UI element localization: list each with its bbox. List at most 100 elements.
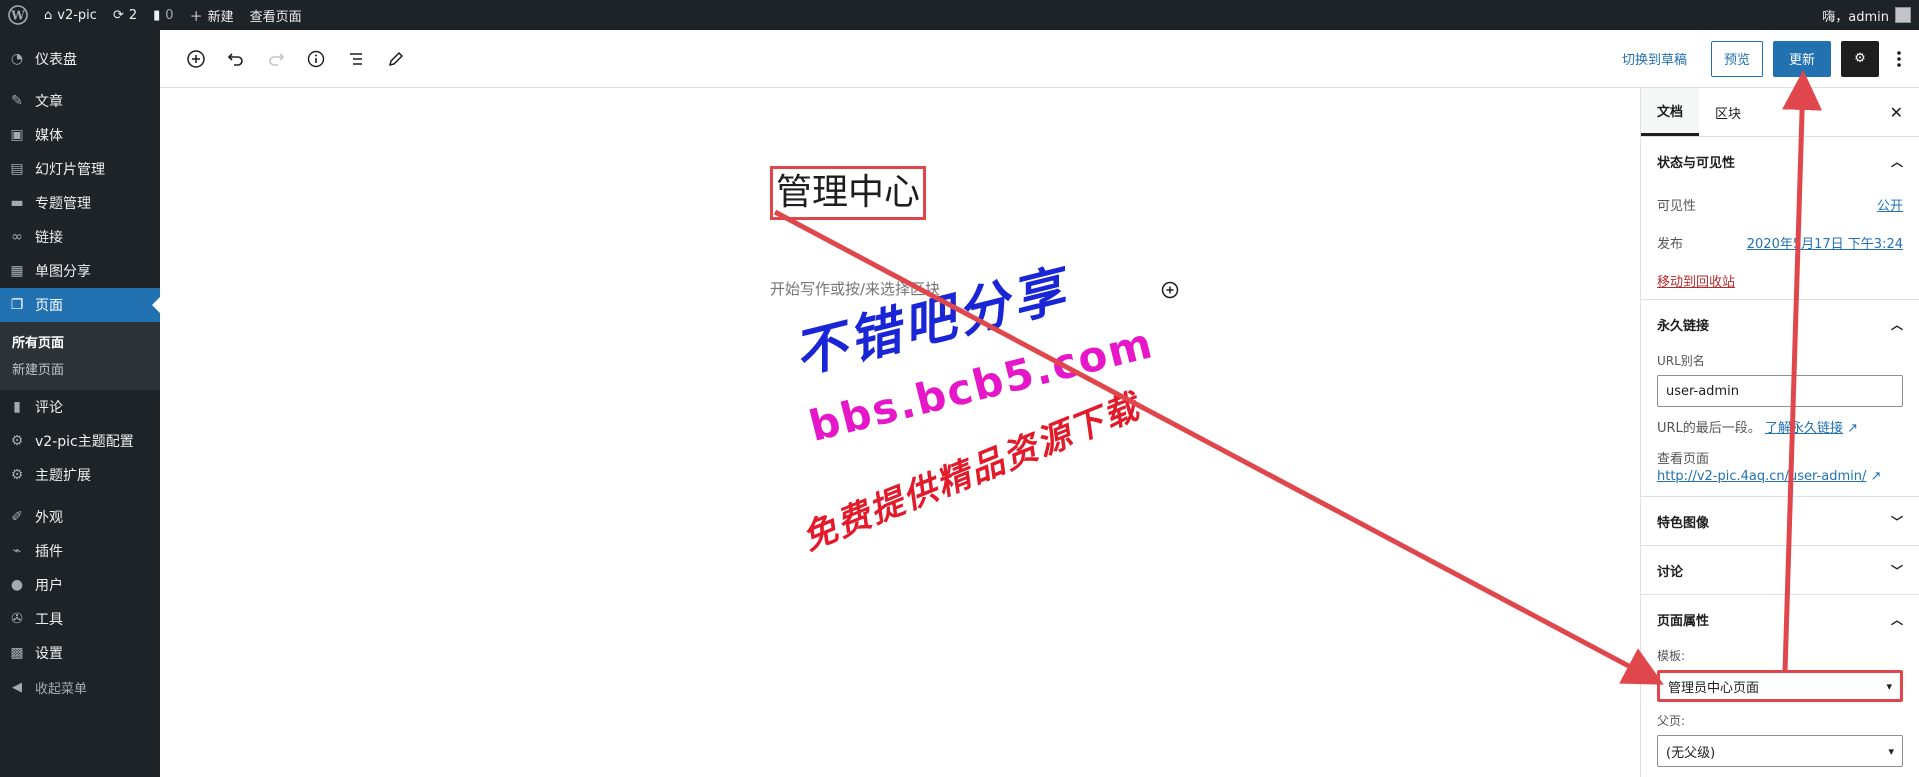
- template-selected-value: 管理员中心页面: [1668, 680, 1760, 696]
- section-heading: 讨论: [1657, 564, 1684, 580]
- sidebar-item-label: 页面: [35, 298, 63, 314]
- template-select[interactable]: 管理员中心页面 ▾: [1657, 670, 1903, 702]
- sidebar-item-label: v2-pic主题配置: [35, 434, 134, 450]
- tab-block[interactable]: 区块: [1699, 88, 1757, 136]
- permalink-toggle[interactable]: 永久链接 ︿: [1657, 300, 1903, 348]
- publish-date-toggle[interactable]: 2020年5月17日 下午3:24: [1747, 233, 1903, 252]
- publish-label: 发布: [1657, 236, 1684, 252]
- dashboard-icon: ◔: [10, 51, 24, 67]
- tools-button[interactable]: [384, 47, 408, 71]
- visibility-toggle[interactable]: 公开: [1877, 195, 1903, 214]
- site-name-link[interactable]: ⌂ v2-pic: [36, 0, 105, 30]
- permalink-help: URL的最后一段。 了解永久链接 ↗: [1657, 417, 1903, 436]
- collapse-menu-button[interactable]: ◀ 收起菜单: [0, 670, 160, 704]
- more-menu-button[interactable]: [1889, 41, 1909, 77]
- pages-submenu: 所有页面 新建页面: [0, 322, 160, 390]
- gear-icon: ⚙: [1854, 51, 1866, 66]
- comment-icon: ▮: [153, 7, 161, 23]
- wordpress-logo-icon[interactable]: W: [0, 0, 36, 30]
- submenu-all-pages[interactable]: 所有页面: [0, 328, 160, 355]
- list-view-icon: [350, 52, 362, 65]
- brush-icon: ✐: [11, 509, 23, 525]
- page-attributes-toggle[interactable]: 页面属性 ︿: [1657, 595, 1903, 643]
- template-label: 模板:: [1657, 649, 1686, 663]
- learn-permalinks-link[interactable]: 了解永久链接: [1765, 421, 1843, 436]
- section-heading: 状态与可见性: [1657, 155, 1736, 171]
- info-button[interactable]: [304, 47, 328, 71]
- close-icon[interactable]: ✕: [1890, 88, 1919, 136]
- sidebar-item-comments[interactable]: ▮ 评论: [0, 390, 160, 424]
- chevron-down-icon: ﹀: [1890, 563, 1903, 578]
- parent-page-select[interactable]: (无父级) ▾: [1657, 735, 1903, 767]
- sidebar-item-label: 评论: [35, 400, 63, 416]
- new-content-link[interactable]: ＋ 新建: [182, 0, 242, 30]
- status-visibility-panel: 状态与可见性 ︿ 可见性 公开 发布 2020年5月17日 下午3:24 移动到…: [1641, 137, 1919, 300]
- user-icon: ●: [10, 577, 24, 593]
- url-slug-input[interactable]: user-admin: [1657, 375, 1903, 407]
- status-visibility-toggle[interactable]: 状态与可见性 ︿: [1657, 137, 1903, 185]
- gear-icon: ⚙: [10, 467, 24, 483]
- sidebar-item-label: 媒体: [35, 128, 63, 144]
- avatar: [1895, 7, 1911, 23]
- move-to-trash-link[interactable]: 移动到回收站: [1657, 261, 1903, 299]
- sidebar-item-plugins[interactable]: ⌁ 插件: [0, 534, 160, 568]
- sidebar-item-posts[interactable]: ✎ 文章: [0, 84, 160, 118]
- pencil-icon: [388, 51, 404, 66]
- switch-to-draft-button[interactable]: 切换到草稿: [1608, 49, 1701, 68]
- new-label: 新建: [207, 9, 234, 25]
- add-block-button[interactable]: [184, 47, 208, 71]
- view-page-label: 查看页面: [1657, 452, 1710, 467]
- parent-label: 父页:: [1657, 714, 1686, 728]
- update-button[interactable]: 更新: [1772, 40, 1831, 77]
- featured-image-panel: 特色图像 ﹀: [1641, 497, 1919, 546]
- sidebar-item-theme-config[interactable]: ⚙ v2-pic主题配置: [0, 424, 160, 458]
- sidebar-item-label: 文章: [35, 94, 63, 110]
- sidebar-item-links[interactable]: ∞ 链接: [0, 220, 160, 254]
- view-page-link[interactable]: 查看页面: [242, 0, 310, 30]
- view-page-url-link[interactable]: http://v2-pic.4aq.cn/user-admin/: [1657, 469, 1866, 484]
- outline-button[interactable]: [344, 47, 368, 71]
- sidebar-item-settings[interactable]: ▩ 设置: [0, 636, 160, 670]
- permalink-panel: 永久链接 ︿ URL别名 user-admin URL的最后一段。 了解永久链接…: [1641, 300, 1919, 497]
- preview-button[interactable]: 预览: [1710, 40, 1763, 77]
- post-title[interactable]: 管理中心: [770, 166, 927, 220]
- updates-link[interactable]: ⟳ 2: [105, 0, 145, 30]
- sidebar-item-single-image[interactable]: ▦ 单图分享: [0, 254, 160, 288]
- settings-button[interactable]: ⚙: [1841, 40, 1879, 77]
- comments-link[interactable]: ▮ 0: [145, 0, 181, 30]
- folder-icon: ▬: [10, 195, 24, 211]
- view-page-label: 查看页面: [249, 9, 302, 25]
- sidebar-item-users[interactable]: ● 用户: [0, 568, 160, 602]
- publish-row: 发布 2020年5月17日 下午3:24: [1657, 223, 1903, 261]
- sidebar-item-appearance[interactable]: ✐ 外观: [0, 500, 160, 534]
- undo-button[interactable]: [224, 47, 248, 71]
- admin-bar: W ⌂ v2-pic ⟳ 2 ▮ 0 ＋ 新建 查看页面 嗨，admin: [0, 0, 1919, 30]
- sidebar-item-topics[interactable]: ▬ 专题管理: [0, 186, 160, 220]
- my-account[interactable]: 嗨，admin: [1822, 6, 1919, 25]
- featured-image-toggle[interactable]: 特色图像 ﹀: [1657, 497, 1903, 545]
- image-icon: ▦: [10, 263, 24, 279]
- redo-button[interactable]: [264, 47, 288, 71]
- pin-icon: ✎: [11, 93, 23, 109]
- inline-inserter-button[interactable]: [1160, 280, 1180, 304]
- sidebar-item-slides[interactable]: ▤ 幻灯片管理: [0, 152, 160, 186]
- sidebar-item-theme-extensions[interactable]: ⚙ 主题扩展: [0, 458, 160, 492]
- sidebar-item-media[interactable]: ▣ 媒体: [0, 118, 160, 152]
- tab-document[interactable]: 文档: [1641, 88, 1700, 136]
- refresh-icon: ⟳: [112, 7, 124, 23]
- sidebar-item-dashboard[interactable]: ◔ 仪表盘: [0, 42, 160, 76]
- visibility-row: 可见性 公开: [1657, 185, 1903, 223]
- chevron-up-icon: ︿: [1890, 154, 1903, 169]
- sidebar-item-pages[interactable]: ❐ 页面: [0, 288, 160, 322]
- info-icon: [307, 50, 325, 67]
- plugin-icon: ⌁: [12, 543, 22, 559]
- settings-tabs: 文档 区块 ✕: [1641, 88, 1919, 137]
- comment-icon: ▮: [13, 399, 21, 415]
- svg-text:W: W: [10, 9, 25, 23]
- site-name-label: v2-pic: [57, 7, 97, 23]
- discussion-toggle[interactable]: 讨论 ﹀: [1657, 546, 1903, 594]
- parent-selected-value: (无父级): [1666, 745, 1716, 761]
- link-icon: ∞: [11, 229, 23, 245]
- sidebar-item-tools[interactable]: ✇ 工具: [0, 602, 160, 636]
- submenu-new-page[interactable]: 新建页面: [0, 355, 160, 382]
